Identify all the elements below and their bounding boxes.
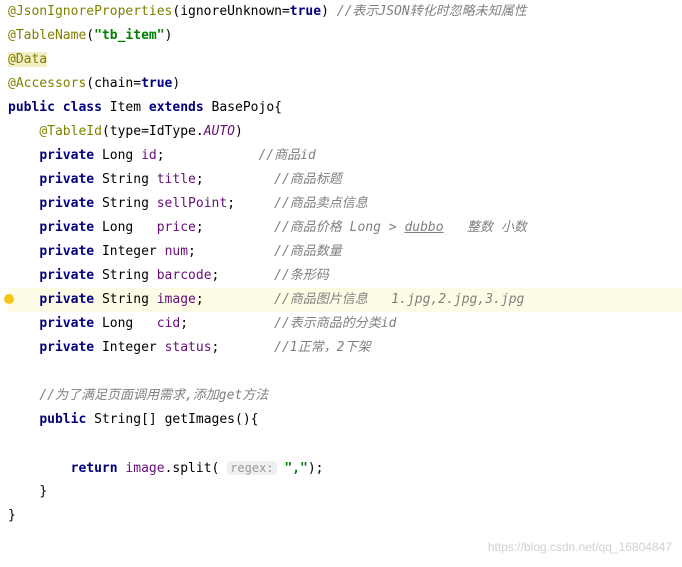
field-name: cid bbox=[157, 316, 180, 331]
comment: //表示商品的分类id bbox=[274, 316, 396, 331]
field-name: barcode bbox=[157, 268, 212, 283]
annotation: @TableId bbox=[39, 124, 102, 139]
code-line[interactable]: } bbox=[8, 504, 682, 528]
code-line[interactable]: public class Item extends BasePojo{ bbox=[8, 96, 682, 120]
annotation: @TableName bbox=[8, 28, 86, 43]
code-line[interactable]: @TableId(type=IdType.AUTO) bbox=[8, 120, 682, 144]
comment: //为了满足页面调用需求,添加get方法 bbox=[39, 388, 268, 403]
comment: //条形码 bbox=[274, 268, 329, 283]
string-literal: "tb_item" bbox=[94, 28, 164, 43]
code-line[interactable]: return image.split( regex: ","); bbox=[8, 456, 682, 480]
comment: //表示JSON转化时忽略未知属性 bbox=[337, 4, 527, 19]
comment: //商品标题 bbox=[274, 172, 342, 187]
field-name: title bbox=[157, 172, 196, 187]
field-name: image bbox=[157, 292, 196, 307]
code-line[interactable]: @TableName("tb_item") bbox=[8, 24, 682, 48]
comment: //商品id bbox=[258, 148, 315, 163]
comment: //商品卖点信息 bbox=[274, 196, 368, 211]
field-name: price bbox=[157, 220, 196, 235]
field-name: status bbox=[165, 340, 212, 355]
warning-icon[interactable] bbox=[4, 294, 14, 304]
annotation-highlighted: @Data bbox=[8, 52, 47, 67]
code-line[interactable]: private String sellPoint; //商品卖点信息 bbox=[8, 192, 682, 216]
code-line[interactable]: public String[] getImages(){ bbox=[8, 408, 682, 432]
annotation: @JsonIgnoreProperties bbox=[8, 4, 172, 19]
string-literal: "," bbox=[284, 461, 307, 476]
field-name: num bbox=[165, 244, 188, 259]
code-line[interactable] bbox=[8, 432, 682, 456]
comment: //商品数量 bbox=[274, 244, 342, 259]
field-name: id bbox=[141, 148, 157, 163]
code-line[interactable]: //为了满足页面调用需求,添加get方法 bbox=[8, 384, 682, 408]
method-name: getImages bbox=[165, 412, 235, 427]
watermark: https://blog.csdn.net/qq_16804847 bbox=[488, 535, 672, 559]
code-line[interactable] bbox=[8, 360, 682, 384]
annotation: @Accessors bbox=[8, 76, 86, 91]
comment: //1正常，2下架 bbox=[274, 340, 370, 355]
code-line[interactable]: private Long id; //商品id bbox=[8, 144, 682, 168]
parameter-hint: regex: bbox=[227, 461, 276, 475]
code-line[interactable]: @Accessors(chain=true) bbox=[8, 72, 682, 96]
code-line[interactable]: @JsonIgnoreProperties(ignoreUnknown=true… bbox=[8, 0, 682, 24]
field-name: sellPoint bbox=[157, 196, 227, 211]
code-line[interactable]: } bbox=[8, 480, 682, 504]
code-line[interactable]: private String title; //商品标题 bbox=[8, 168, 682, 192]
code-line[interactable]: private Long cid; //表示商品的分类id bbox=[8, 312, 682, 336]
code-line[interactable]: private Long price; //商品价格 Long > dubbo … bbox=[8, 216, 682, 240]
code-line[interactable]: private Integer num; //商品数量 bbox=[8, 240, 682, 264]
code-editor[interactable]: @JsonIgnoreProperties(ignoreUnknown=true… bbox=[0, 0, 682, 528]
comment: //商品价格 Long > bbox=[274, 220, 404, 235]
code-line[interactable]: private Integer status; //1正常，2下架 bbox=[8, 336, 682, 360]
code-line-highlighted[interactable]: private String image; //商品图片信息 1.jpg,2.j… bbox=[8, 288, 682, 312]
comment: //商品图片信息 1.jpg,2.jpg,3.jpg bbox=[274, 292, 524, 307]
code-line[interactable]: @Data bbox=[8, 48, 682, 72]
class-name: Item bbox=[110, 100, 141, 115]
code-line[interactable]: private String barcode; //条形码 bbox=[8, 264, 682, 288]
